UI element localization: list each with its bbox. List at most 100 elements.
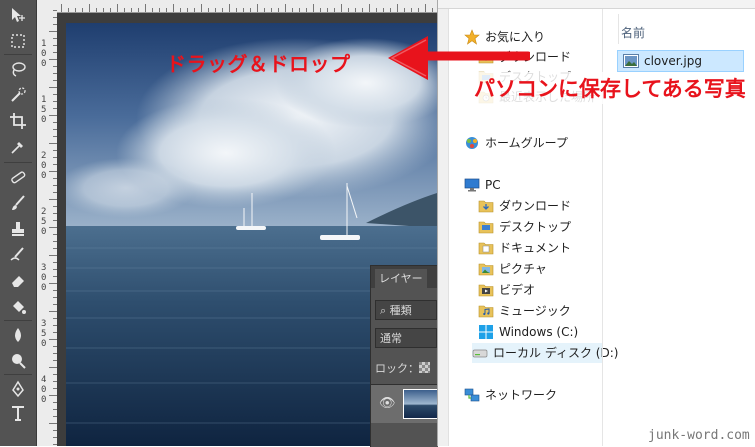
nav-item-14[interactable]: ネットワーク [464,385,557,405]
ruler-tick [208,8,209,12]
ruler-tick [341,4,342,12]
nav-item-label: Windows (C:) [499,325,579,339]
blend-mode-select[interactable]: 通常 [375,328,437,348]
ruler-digit: 2 [41,151,47,161]
nav-item-4[interactable]: ホームグループ [464,133,568,153]
nav-item-label: ローカル ディスク (D:) [493,346,619,360]
nav-item-label: ミュージック [499,304,571,318]
nav-item-13[interactable]: ローカル ディスク (D:) [472,343,618,363]
ruler-digit: 5 [41,105,47,115]
clone-stamp-tool-icon[interactable] [6,218,30,240]
network-icon [464,387,480,403]
address-bar[interactable] [438,0,755,9]
ruler-tick [49,283,57,284]
marquee-tool-icon[interactable] [6,30,30,52]
file-item[interactable]: clover.jpg [617,50,744,72]
nav-item-8[interactable]: ドキュメント [478,238,571,258]
ruler-tick [89,4,90,12]
image-file-icon [623,54,639,68]
ruler-tick [49,339,57,340]
lasso-tool-icon[interactable] [6,58,30,80]
lock-transparency-icon[interactable] [419,362,430,373]
nav-item-9[interactable]: ピクチャ [478,259,547,279]
layers-tab[interactable]: レイヤー [375,269,427,288]
ruler-tick [418,8,419,12]
dodge-tool-icon[interactable] [6,350,30,372]
videos-folder-icon [478,282,494,298]
visibility-eye-icon[interactable]: 👁 [379,396,396,411]
ruler-tick [362,8,363,12]
ruler-tick [131,8,132,12]
drag-drop-annotation: ドラッグ＆ドロップ [166,52,351,76]
column-header-name[interactable]: 名前 [621,24,645,41]
nav-item-6[interactable]: ダウンロード [478,196,571,216]
eyedropper-tool-icon[interactable] [6,136,30,158]
layer-kind-filter[interactable]: ⌕ 種類 [375,300,437,320]
quick-selection-tool-icon[interactable] [6,84,30,106]
nav-item-7[interactable]: デスクトップ [478,217,571,237]
ruler-tick [49,367,57,368]
ruler-tick [173,4,174,12]
ruler-tick [117,4,118,12]
ruler-digit: 1 [41,39,47,49]
paint-bucket-tool-icon[interactable] [6,296,30,318]
nav-item-12[interactable]: Windows (C:) [478,322,578,342]
vertical-ruler: 100150200250300350400 [37,0,58,446]
ruler-digit: 0 [41,273,47,283]
nav-item-label: ビデオ [499,283,536,297]
ruler-digit: 0 [41,49,47,59]
ruler-tick [82,8,83,12]
ruler-tick [425,4,426,12]
blur-tool-icon[interactable] [6,324,30,346]
eraser-tool-icon[interactable] [6,270,30,292]
ruler-tick [215,8,216,12]
ruler-digit: 2 [41,207,47,217]
documents-folder-icon [478,240,494,256]
type-tool-icon[interactable] [6,402,30,424]
ruler-tick [285,4,286,12]
ruler-digit: 0 [41,115,47,125]
desktop-folder-icon [478,219,494,235]
ruler-tick [96,8,97,12]
nav-item-11[interactable]: ミュージック [478,301,571,321]
pen-tool-icon[interactable] [6,378,30,400]
ruler-tick [390,8,391,12]
nav-item-label: PC [485,178,501,192]
ruler-tick [383,8,384,12]
ruler-digit: 0 [41,227,47,237]
ruler-tick [49,227,57,228]
ruler-tick [187,8,188,12]
ruler-tick [152,8,153,12]
ruler-tick [61,4,62,12]
move-tool-icon[interactable] [6,4,30,26]
windows-drive-icon [478,324,494,340]
ruler-tick [49,115,57,116]
history-brush-tool-icon[interactable] [6,244,30,266]
brush-tool-icon[interactable] [6,192,30,214]
ruler-tick [68,8,69,12]
nav-item-10[interactable]: ビデオ [478,280,535,300]
ruler-tick [320,8,321,12]
layer-thumbnail [403,389,439,419]
nav-item-label: デスクトップ [499,220,572,234]
ruler-tick [194,8,195,12]
search-icon: ⌕ [380,304,387,317]
nav-item-5[interactable]: PC [464,175,501,195]
nav-item-label: ドキュメント [499,241,572,255]
ruler-tick [355,8,356,12]
lock-label: ロック： [375,362,419,375]
ruler-tick [75,8,76,12]
ruler-digit: 0 [41,395,47,405]
ruler-tick [49,31,57,32]
ruler-tick [49,143,57,144]
crop-tool-icon[interactable] [6,110,30,132]
ruler-digit: 5 [41,329,47,339]
nav-item-label: ホームグループ [485,136,568,150]
layer-row[interactable]: 👁 [371,384,439,423]
homegroup-icon [464,135,480,151]
ruler-tick [49,87,57,88]
ruler-tick [103,8,104,12]
ruler-tick [257,4,258,12]
healing-brush-tool-icon[interactable] [6,166,30,188]
ruler-tick [49,59,57,60]
